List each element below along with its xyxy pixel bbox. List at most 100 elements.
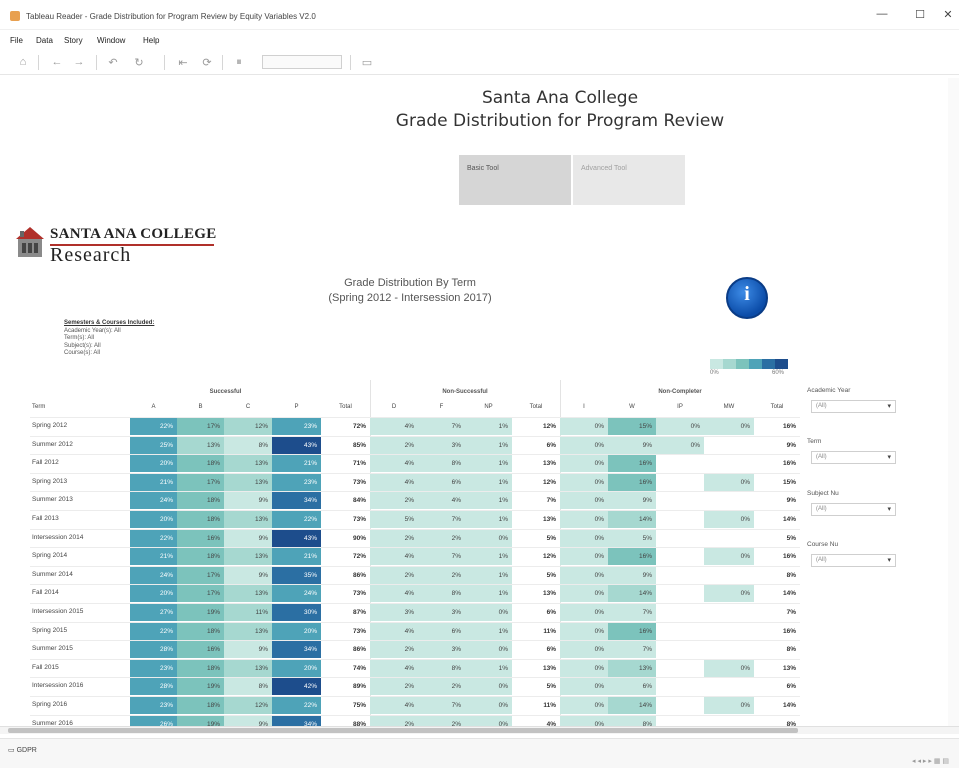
percentage-cell: 2% bbox=[370, 678, 418, 696]
term-label: Intersession 2015 bbox=[32, 608, 84, 615]
home-icon[interactable]: ⌂ bbox=[16, 56, 30, 68]
percentage-cell bbox=[656, 585, 704, 602]
vertical-scrollbar[interactable] bbox=[948, 78, 959, 726]
column-header: Term bbox=[32, 404, 46, 410]
percentage-cell: 1% bbox=[465, 566, 512, 584]
group-header: Non-Successful bbox=[442, 389, 488, 395]
menu-file[interactable]: File bbox=[10, 36, 23, 45]
percentage-cell: 0% bbox=[560, 529, 608, 547]
undo-icon[interactable]: ↶ bbox=[106, 56, 120, 69]
term-label: Fall 2014 bbox=[32, 589, 59, 597]
total-cell: 14% bbox=[782, 516, 796, 523]
percentage-cell: 9% bbox=[224, 566, 272, 584]
percentage-cell: 27% bbox=[130, 604, 177, 621]
total-cell: 74% bbox=[352, 664, 366, 672]
basic-tool-tab[interactable]: Basic Tool bbox=[459, 155, 571, 205]
menu-story[interactable]: Story bbox=[64, 36, 83, 45]
percentage-cell: 1% bbox=[465, 659, 512, 677]
percentage-cell: 11% bbox=[224, 604, 272, 621]
percentage-cell: 24% bbox=[130, 492, 177, 510]
percentage-cell: 12% bbox=[224, 697, 272, 714]
column-header: Total bbox=[339, 404, 352, 410]
refresh-icon[interactable]: ⟳ bbox=[200, 56, 214, 69]
column-header: C bbox=[245, 404, 251, 410]
tableau-app-icon bbox=[10, 11, 20, 21]
percentage-cell: 34% bbox=[272, 492, 321, 510]
menu-window[interactable]: Window bbox=[97, 36, 125, 45]
legend-swatch bbox=[723, 359, 736, 369]
college-logo-icon bbox=[16, 227, 44, 257]
percentage-cell: 0% bbox=[704, 473, 754, 491]
column-header: I bbox=[583, 404, 585, 410]
filter-dropdown[interactable]: (All) ▾ bbox=[811, 503, 896, 516]
toolbar-dropdown[interactable] bbox=[262, 55, 342, 69]
percentage-cell: 6% bbox=[418, 473, 465, 491]
percentage-cell: 6% bbox=[418, 622, 465, 640]
navigation-icons[interactable]: ◂ ◂ ▸ ▸ ▦ ▤ bbox=[912, 757, 949, 765]
percentage-cell bbox=[656, 474, 704, 491]
horizontal-scroll-thumb[interactable] bbox=[8, 728, 798, 733]
total-cell: 8% bbox=[786, 646, 796, 654]
percentage-cell: 1% bbox=[465, 585, 512, 603]
column-header: D bbox=[391, 404, 397, 410]
percentage-cell: 0% bbox=[560, 548, 608, 566]
advanced-tool-tab[interactable]: Advanced Tool bbox=[573, 155, 685, 205]
percentage-cell: 2% bbox=[370, 492, 418, 510]
percentage-cell: 3% bbox=[418, 604, 465, 621]
filter-dropdown[interactable]: (All) ▾ bbox=[811, 400, 896, 413]
filter-dropdown[interactable]: (All) ▾ bbox=[811, 554, 896, 567]
presentation-icon[interactable]: ▭ bbox=[360, 56, 374, 69]
percentage-cell: 24% bbox=[272, 585, 321, 603]
term-label: Spring 2015 bbox=[32, 626, 68, 634]
menu-data[interactable]: Data bbox=[36, 36, 53, 45]
percentage-cell: 0% bbox=[465, 529, 512, 547]
percentage-cell: 3% bbox=[370, 604, 418, 621]
percentage-cell: 20% bbox=[130, 455, 177, 473]
total-cell: 89% bbox=[352, 683, 366, 691]
percentage-cell: 0% bbox=[560, 622, 608, 640]
percentage-cell: 18% bbox=[177, 548, 224, 566]
info-icon: i bbox=[744, 283, 750, 305]
term-label: Summer 2012 bbox=[32, 440, 73, 448]
maximize-button[interactable]: ☐ bbox=[910, 8, 930, 21]
column-header: Total bbox=[529, 404, 543, 410]
percentage-cell bbox=[656, 511, 704, 528]
pause-icon[interactable]: ⏸ bbox=[232, 56, 246, 69]
forward-icon[interactable]: → bbox=[72, 56, 86, 68]
percentage-cell: 4% bbox=[370, 697, 418, 714]
percentage-cell: 9% bbox=[224, 492, 272, 510]
horizontal-scrollbar[interactable] bbox=[0, 726, 959, 734]
redo-icon[interactable]: ↻ bbox=[132, 56, 146, 69]
term-label: Spring 2013 bbox=[32, 477, 68, 485]
filter-value: (All) bbox=[816, 454, 827, 460]
percentage-cell: 21% bbox=[130, 548, 177, 566]
close-button[interactable]: ✕ bbox=[938, 8, 958, 21]
legend-swatch bbox=[775, 359, 788, 369]
legend-min-label: 0% bbox=[710, 370, 719, 376]
minimize-button[interactable]: — bbox=[872, 8, 892, 20]
back-icon[interactable]: ← bbox=[50, 56, 64, 68]
percentage-cell: 9% bbox=[224, 529, 272, 547]
filter-value: (All) bbox=[816, 403, 827, 409]
percentage-cell: 21% bbox=[130, 473, 177, 491]
total-cell: 16% bbox=[782, 423, 796, 430]
percentage-cell bbox=[656, 697, 704, 714]
menu-bar: File Data Story Window Help bbox=[0, 32, 959, 50]
percentage-cell: 0% bbox=[465, 678, 512, 696]
menu-help[interactable]: Help bbox=[143, 36, 159, 45]
filter-value: (All) bbox=[816, 506, 827, 512]
percentage-cell bbox=[656, 530, 704, 547]
total-cell: 72% bbox=[352, 423, 366, 430]
filter-dropdown[interactable]: (All) ▾ bbox=[811, 451, 896, 464]
total-cell: 16% bbox=[782, 553, 796, 561]
percentage-cell: 0% bbox=[465, 697, 512, 714]
percentage-cell: 20% bbox=[272, 622, 321, 640]
total-cell: 9% bbox=[786, 441, 796, 449]
percentage-cell: 22% bbox=[272, 511, 321, 528]
toolbar-separator bbox=[38, 55, 39, 70]
info-button[interactable]: i bbox=[726, 277, 768, 319]
revert-icon[interactable]: ⇤ bbox=[176, 56, 190, 69]
total-cell: 5% bbox=[546, 571, 556, 579]
percentage-cell: 0% bbox=[560, 566, 608, 584]
sheet-tab-gdpr[interactable]: ▭ GDPR bbox=[8, 746, 37, 754]
